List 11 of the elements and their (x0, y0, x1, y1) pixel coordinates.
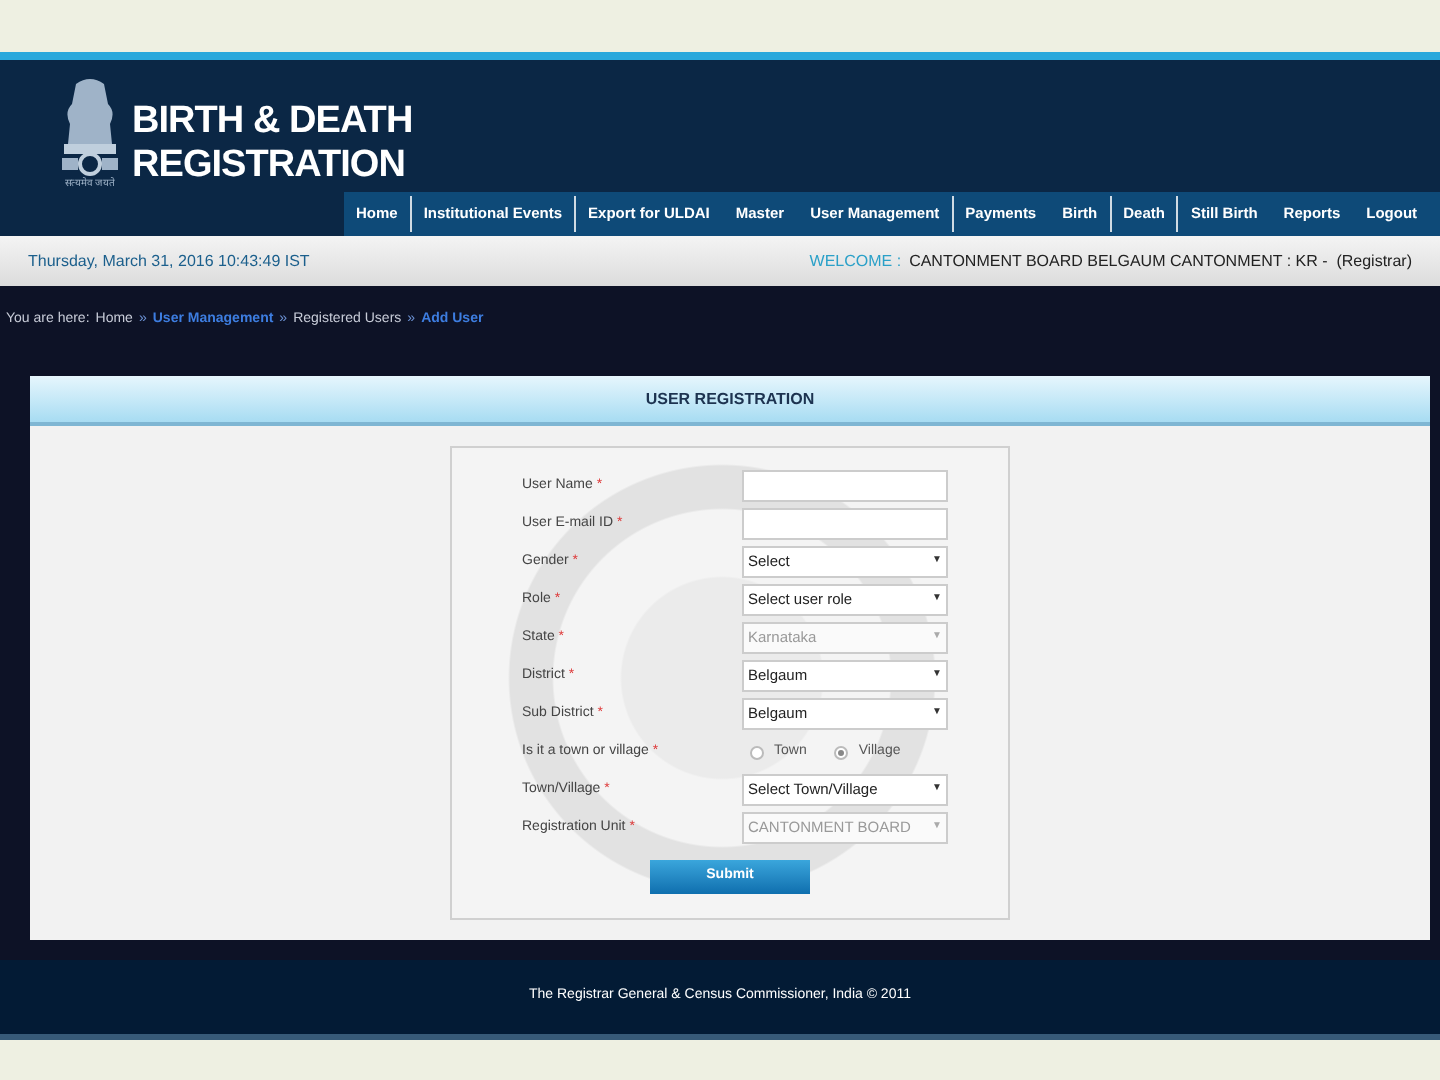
emblem-icon (56, 76, 124, 176)
text-input[interactable] (742, 470, 948, 502)
text-input[interactable] (742, 508, 948, 540)
panel-title: USER REGISTRATION (30, 376, 1430, 426)
date-time: Thursday, March 31, 2016 10:43:49 IST (28, 249, 310, 273)
welcome-label: WELCOME : (809, 249, 902, 273)
radio-button[interactable] (834, 745, 849, 759)
site-title-line: BIRTH & DEATH (132, 100, 413, 144)
site-title-line: REGISTRATION (132, 144, 407, 188)
radio-button[interactable] (750, 745, 764, 759)
welcome-text: CANTONMENT BOARD BELGAUM CANTONMENT : KR - (Registrar) (909, 249, 1412, 273)
